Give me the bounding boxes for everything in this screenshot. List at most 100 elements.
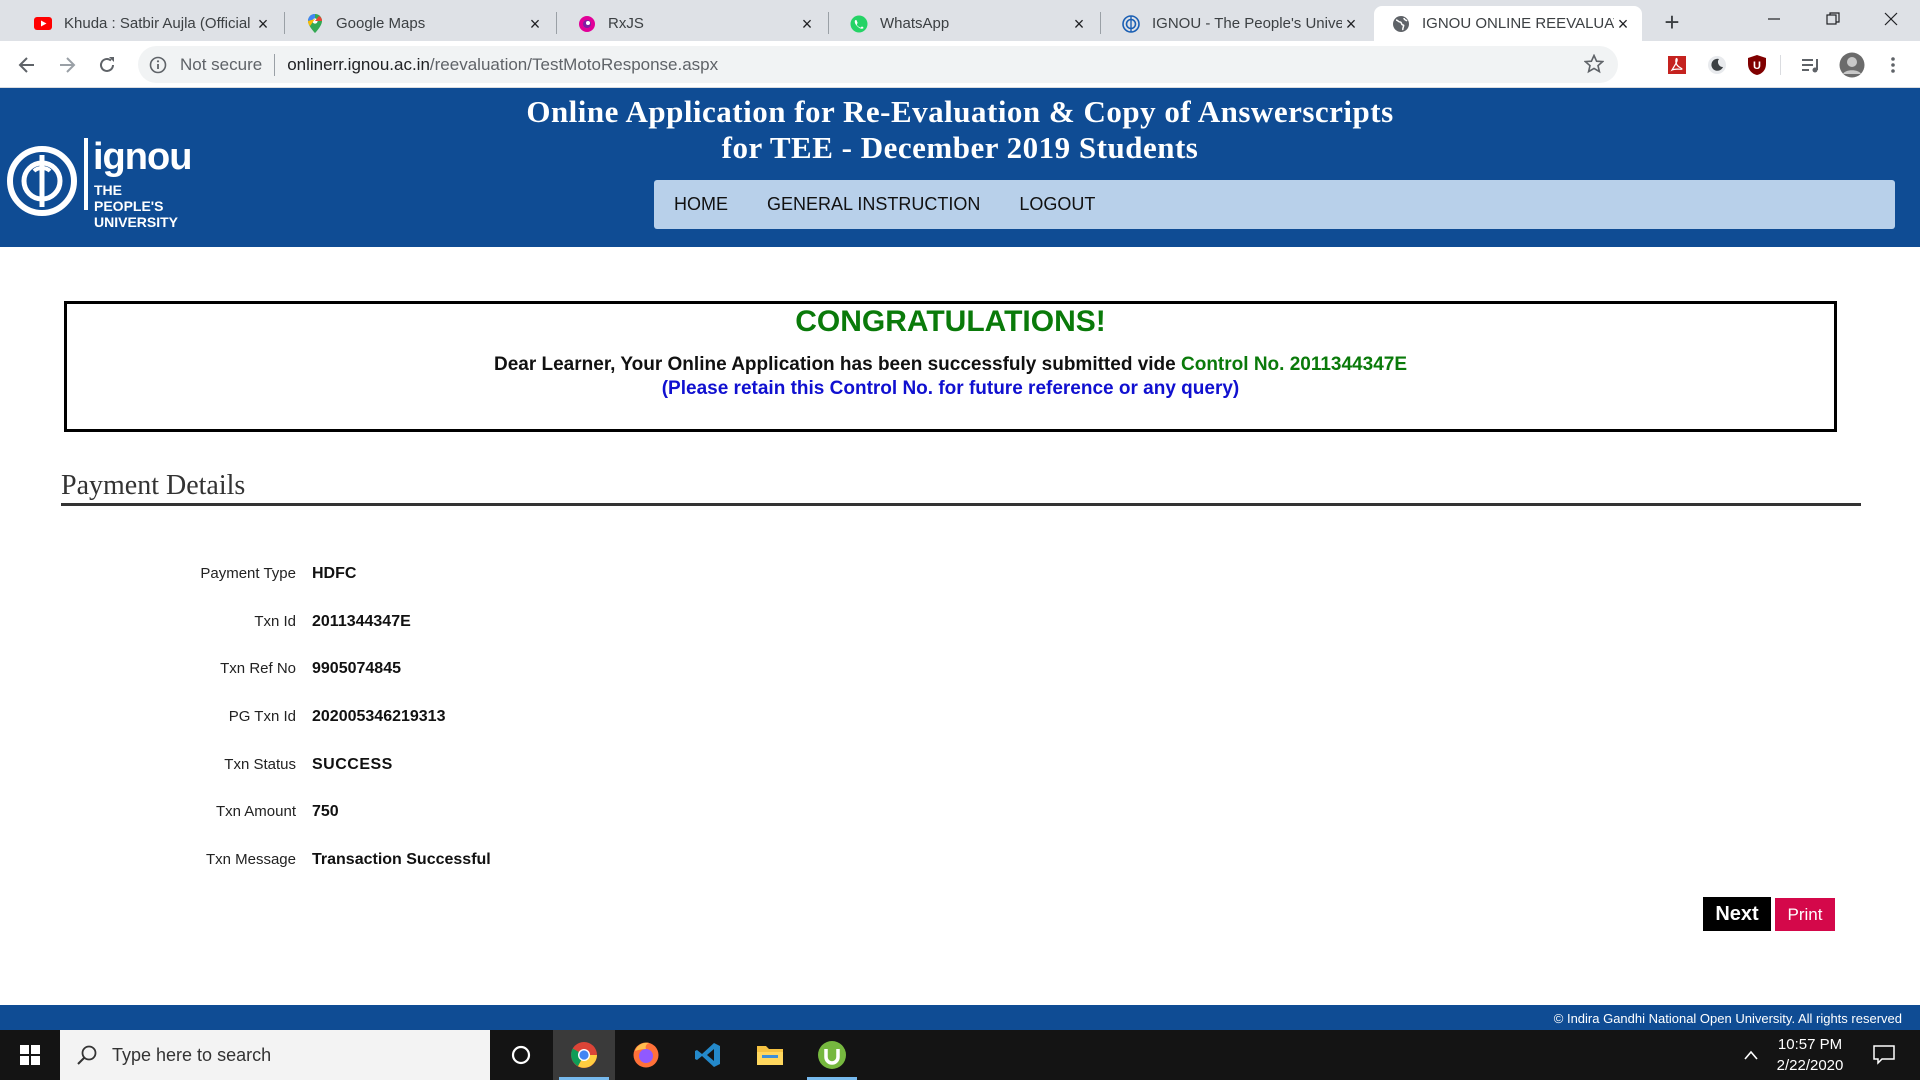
taskbar-chrome[interactable] (553, 1030, 615, 1080)
divider (1780, 55, 1781, 75)
tab-title: RxJS (608, 15, 644, 32)
ignou-logo[interactable]: ignou THE PEOPLE'S UNIVERSITY (6, 136, 192, 230)
payment-row-pg-txn-id: PG Txn Id 202005346219313 (0, 706, 800, 730)
tab-youtube[interactable]: Khuda : Satbir Aujla (Official S × (16, 6, 282, 41)
tab-title: IGNOU - The People's Univer (1152, 15, 1342, 32)
tab-ignou-reevaluation[interactable]: IGNOU ONLINE REEVALUATIO × (1374, 6, 1642, 41)
logo-tagline: THE PEOPLE'S UNIVERSITY (94, 182, 186, 230)
forward-button[interactable] (52, 50, 82, 80)
field-value: 9905074845 (312, 660, 401, 677)
search-placeholder: Type here to search (112, 1044, 272, 1065)
cortana-button[interactable] (490, 1030, 552, 1080)
field-label: Txn Amount (215, 803, 296, 820)
taskbar-vscode[interactable] (677, 1030, 739, 1080)
reload-icon (100, 57, 114, 72)
tab-ignou-home[interactable]: IGNOU - The People's Univer × (1104, 6, 1370, 41)
svg-text:U: U (1753, 60, 1761, 72)
windows-logo-icon (20, 1045, 40, 1065)
tab-separator (284, 12, 285, 34)
logo-tagline-line2: UNIVERSITY (94, 214, 179, 230)
cortana-icon (511, 1045, 531, 1065)
close-icon (1884, 12, 1898, 26)
windows-taskbar: Type here to search 10:57 PM 2/22/2020 (0, 1030, 1920, 1080)
search-icon (77, 1045, 97, 1065)
action-center-button[interactable] (1860, 1030, 1908, 1080)
media-controls-button[interactable] (1798, 52, 1824, 78)
field-label: Txn Ref No (220, 660, 296, 677)
field-value: 202005346219313 (312, 708, 446, 725)
arrow-left-icon (18, 57, 34, 73)
divider (274, 53, 276, 76)
system-clock[interactable]: 10:57 PM 2/22/2020 (1760, 1034, 1860, 1076)
browser-menu-button[interactable] (1880, 52, 1906, 78)
payment-row-txn-amount: Txn Amount 750 (0, 801, 800, 825)
security-label[interactable]: Not secure (180, 55, 262, 75)
notification-icon (1873, 1045, 1895, 1065)
pdf-extension-button[interactable] (1664, 52, 1690, 78)
restore-button[interactable] (1804, 0, 1862, 38)
close-tab-icon[interactable]: × (526, 15, 544, 33)
tab-title: Google Maps (336, 15, 426, 32)
site-footer: © Indira Gandhi National Open University… (0, 1005, 1920, 1030)
bookmark-star-icon[interactable] (1584, 54, 1604, 74)
taskbar-firefox[interactable] (615, 1030, 677, 1080)
payment-row-txn-message: Txn Message Transaction Successful (0, 849, 800, 873)
ublock-extension-button[interactable]: U (1744, 52, 1770, 78)
close-tab-icon[interactable]: × (254, 15, 272, 33)
next-button[interactable]: Next (1703, 897, 1771, 931)
minimize-icon (1768, 18, 1780, 20)
print-button[interactable]: Print (1775, 898, 1835, 931)
payment-details-title: Payment Details (61, 470, 246, 501)
arrow-right-icon (60, 57, 76, 73)
new-tab-button[interactable]: + (1657, 8, 1687, 38)
tab-title: WhatsApp (880, 15, 950, 32)
taskbar-utorrent[interactable] (801, 1030, 863, 1080)
browser-tab-strip: Khuda : Satbir Aujla (Official S × Googl… (0, 0, 1920, 41)
main-menu: HOME GENERAL INSTRUCTION LOGOUT (654, 180, 1895, 229)
tab-rxjs[interactable]: RxJS × (560, 6, 826, 41)
tab-whatsapp[interactable]: WhatsApp × (832, 6, 1098, 41)
info-icon[interactable] (149, 56, 167, 74)
ignou-emblem-icon (7, 146, 77, 216)
page-title-line1: Online Application for Re-Evaluation & C… (526, 94, 1394, 129)
utorrent-icon (818, 1041, 846, 1069)
address-bar[interactable]: Not secure onlinerr.ignou.ac.in /reevalu… (138, 46, 1618, 83)
confirmation-text: Dear Learner, Your Online Application ha… (493, 354, 1181, 375)
back-button[interactable] (12, 50, 42, 80)
menu-item-home[interactable]: HOME (674, 194, 728, 215)
whatsapp-icon (850, 15, 868, 33)
taskbar-file-explorer[interactable] (739, 1030, 801, 1080)
close-tab-icon[interactable]: × (798, 15, 816, 33)
field-value: HDFC (312, 565, 357, 582)
tab-google-maps[interactable]: Google Maps × (288, 6, 554, 41)
payment-row-type: Payment Type HDFC (0, 563, 800, 587)
field-label: Payment Type (200, 565, 296, 582)
chevron-up-icon (1744, 1050, 1758, 1060)
menu-item-general-instruction[interactable]: GENERAL INSTRUCTION (767, 194, 980, 215)
start-button[interactable] (0, 1030, 60, 1080)
close-tab-icon[interactable]: × (1342, 15, 1360, 33)
profile-avatar[interactable] (1839, 52, 1865, 78)
close-tab-icon[interactable]: × (1070, 15, 1088, 33)
reload-button[interactable] (92, 50, 122, 80)
field-label: Txn Message (205, 851, 296, 868)
folder-icon (757, 1046, 783, 1065)
url-path: /reevaluation/TestMotoResponse.aspx (429, 54, 719, 74)
menu-item-logout[interactable]: LOGOUT (1019, 194, 1095, 215)
taskbar-search[interactable]: Type here to search (60, 1030, 490, 1080)
field-value: SUCCESS (312, 756, 393, 773)
rxjs-icon (578, 15, 596, 33)
tab-separator (556, 12, 557, 34)
close-tab-icon[interactable]: × (1614, 15, 1632, 33)
shield-icon: U (1748, 55, 1766, 75)
url-host: onlinerr.ignou.ac.in (287, 54, 430, 74)
dark-mode-extension-button[interactable] (1704, 52, 1730, 78)
maps-pin-icon (306, 14, 324, 33)
close-window-button[interactable] (1862, 0, 1920, 38)
field-value: 750 (312, 803, 339, 820)
playlist-icon (1802, 59, 1818, 73)
avatar-icon (1839, 52, 1865, 78)
pdf-icon (1668, 56, 1686, 74)
payment-row-txn-id: Txn Id 2011344347E (0, 611, 800, 635)
minimize-button[interactable] (1745, 0, 1803, 38)
